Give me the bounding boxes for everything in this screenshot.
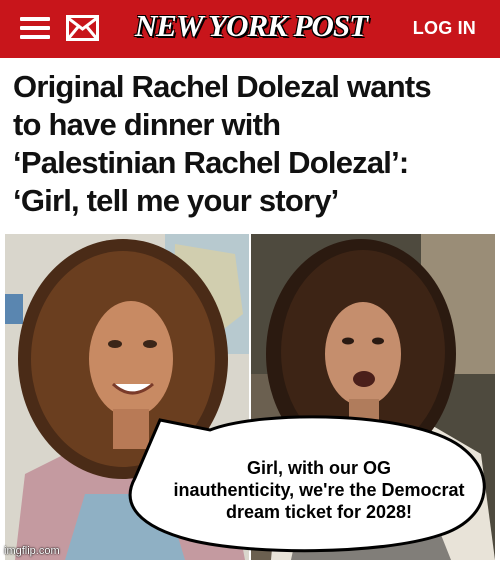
menu-icon[interactable]	[20, 15, 50, 41]
login-button[interactable]: LOG IN	[413, 18, 476, 39]
caption-line: dream ticket for 2028!	[225, 502, 413, 522]
mail-icon[interactable]	[66, 15, 99, 41]
headline-line: to have dinner with	[13, 107, 281, 142]
site-logo[interactable]: NEW YORK POST	[130, 6, 372, 46]
menu-icon-line	[20, 17, 50, 21]
headline-line: ‘Girl, tell me your story’	[13, 183, 339, 218]
caption-line: Girl, with our OG	[247, 458, 391, 478]
menu-icon-line	[20, 35, 50, 39]
top-navigation-bar: NEW YORK POST LOG IN	[0, 0, 500, 58]
headline-line: ‘Palestinian Rachel Dolezal’:	[13, 145, 409, 180]
article-headline: Original Rachel Dolezal wants to have di…	[13, 68, 493, 220]
menu-icon-line	[20, 26, 50, 30]
imgflip-watermark: imgflip.com	[4, 545, 60, 557]
speech-bubble-caption: Girl, with our OG inauthenticity, we're …	[146, 457, 492, 523]
headline-line: Original Rachel Dolezal wants	[13, 69, 432, 104]
caption-line: inauthenticity, we're the Democrat	[173, 480, 465, 500]
site-logo-text: NEW YORK POST	[134, 8, 368, 43]
